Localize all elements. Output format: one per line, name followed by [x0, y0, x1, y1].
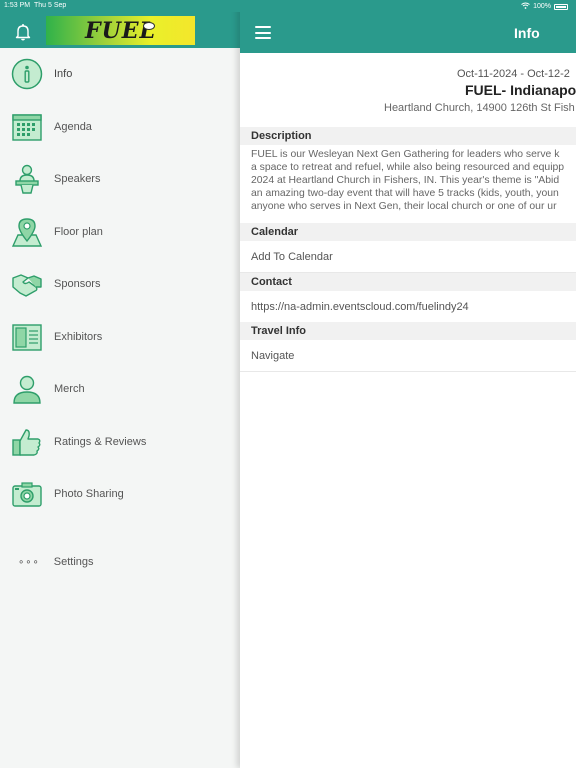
- event-name: FUEL- Indianapo: [465, 82, 576, 98]
- sidebar-item-label: Speakers: [54, 173, 101, 186]
- info-icon: [10, 57, 44, 91]
- sidebar-menu: Info Agenda Speakers Floor plan Sponsors: [0, 48, 240, 521]
- sidebar-item-sponsors[interactable]: Sponsors: [0, 258, 240, 311]
- sidebar-item-merch[interactable]: Merch: [0, 363, 240, 416]
- navigate-button[interactable]: Navigate: [240, 340, 576, 372]
- description-line: an amazing two-day event that will have …: [251, 188, 559, 199]
- travel-info-header: Travel Info: [240, 322, 576, 340]
- event-header: Oct-11-2024 - Oct-12-2 FUEL- Indianapo H…: [240, 68, 576, 118]
- add-to-calendar-button[interactable]: Add To Calendar: [240, 241, 576, 273]
- description-line: anyone who serves in Next Gen, their loc…: [251, 201, 557, 212]
- sidebar-item-info[interactable]: Info: [0, 48, 240, 101]
- main-header: Info: [240, 12, 576, 53]
- sidebar-item-settings[interactable]: ∘∘∘ Settings: [0, 552, 94, 572]
- sidebar-item-speakers[interactable]: Speakers: [0, 153, 240, 206]
- status-date: Thu 5 Sep: [34, 2, 67, 9]
- sidebar: FUEL Info Agenda Speakers Floor plan Spo…: [0, 0, 240, 768]
- event-date: Oct-11-2024 - Oct-12-2: [457, 68, 570, 80]
- description-text: FUEL is our Wesleyan Next Gen Gathering …: [251, 148, 576, 218]
- sidebar-item-floor-plan[interactable]: Floor plan: [0, 206, 240, 259]
- battery-icon: [554, 3, 568, 10]
- wifi-icon: [521, 2, 530, 11]
- sidebar-item-label: Merch: [54, 383, 85, 396]
- sidebar-item-ratings-reviews[interactable]: Ratings & Reviews: [0, 416, 240, 469]
- bell-icon[interactable]: [13, 22, 33, 42]
- event-address: Heartland Church, 14900 126th St Fish: [384, 102, 575, 114]
- description-line: 2024 at Heartland Church in Fishers, IN.…: [251, 175, 560, 186]
- camera-icon: [10, 477, 44, 511]
- battery-percent: 100%: [533, 3, 551, 10]
- sidebar-item-label: Photo Sharing: [54, 488, 124, 501]
- hamburger-menu-icon[interactable]: [255, 26, 271, 39]
- speaker-icon: [10, 162, 44, 196]
- description-header: Description: [240, 127, 576, 145]
- sidebar-item-label: Info: [54, 68, 73, 81]
- more-dots-icon: ∘∘∘: [18, 556, 40, 568]
- sidebar-item-label: Floor plan: [54, 225, 103, 238]
- calendar-header: Calendar: [240, 223, 576, 241]
- sidebar-item-agenda[interactable]: Agenda: [0, 101, 240, 154]
- fuel-logo: FUEL: [46, 16, 195, 45]
- sidebar-item-photo-sharing[interactable]: Photo Sharing: [0, 468, 240, 521]
- settings-label: Settings: [53, 556, 94, 568]
- page-title: Info: [514, 25, 540, 41]
- logo-badge: [143, 22, 155, 30]
- status-right: 100%: [521, 2, 568, 11]
- sidebar-item-label: Ratings & Reviews: [54, 435, 147, 448]
- person-icon: [10, 372, 44, 406]
- main-panel: Info Oct-11-2024 - Oct-12-2 FUEL- Indian…: [240, 0, 576, 768]
- contact-header: Contact: [240, 273, 576, 291]
- sidebar-item-label: Exhibitors: [54, 330, 103, 343]
- book-icon: [10, 320, 44, 354]
- sidebar-item-exhibitors[interactable]: Exhibitors: [0, 311, 240, 364]
- sidebar-item-label: Agenda: [54, 120, 92, 133]
- logo-text: FUEL: [84, 17, 157, 44]
- status-time: 1:53 PM: [4, 2, 31, 9]
- map-pin-icon: [10, 215, 44, 249]
- calendar-icon: [10, 110, 44, 144]
- description-line: FUEL is our Wesleyan Next Gen Gathering …: [251, 149, 560, 160]
- thumbs-up-icon: [10, 425, 44, 459]
- contact-link[interactable]: https://na-admin.eventscloud.com/fuelind…: [240, 291, 576, 323]
- description-line: a space to retreat and refuel, while als…: [251, 162, 565, 173]
- status-bar: 1:53 PM Thu 5 Sep 100%: [0, 0, 576, 12]
- handshake-icon: [10, 267, 44, 301]
- sidebar-header: FUEL: [0, 12, 240, 48]
- sidebar-item-label: Sponsors: [54, 278, 101, 291]
